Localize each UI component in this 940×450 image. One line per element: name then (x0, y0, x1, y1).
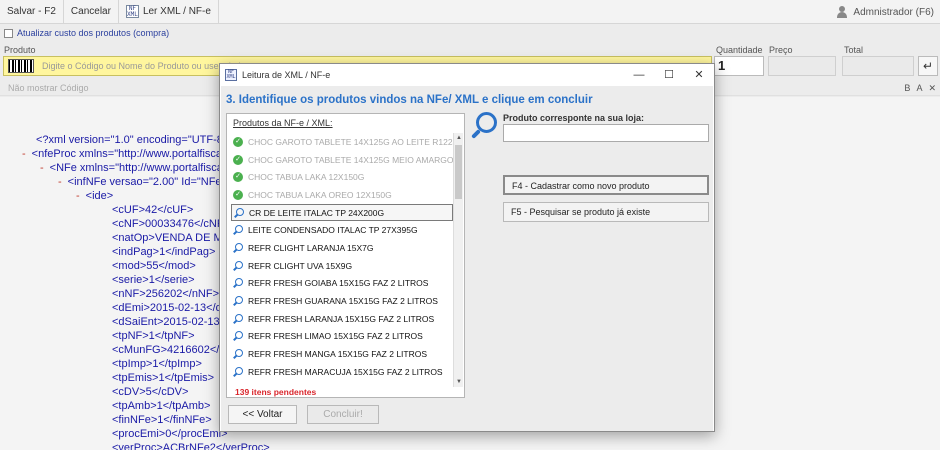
total-field (842, 56, 914, 76)
xml-file-icon: NF XML (225, 69, 237, 81)
step-heading: 3. Identifique os produtos vindos na NFe… (226, 94, 593, 106)
product-label: Produto (4, 45, 36, 55)
search-icon (233, 331, 243, 341)
corresponding-product-input[interactable] (503, 124, 709, 142)
price-input[interactable] (768, 56, 836, 76)
back-button[interactable]: << Voltar (228, 405, 297, 424)
maximize-button[interactable]: ☐ (654, 64, 684, 86)
search-icon (233, 366, 243, 377)
total-label: Total (844, 45, 864, 55)
user-icon (836, 6, 848, 18)
list-item[interactable]: REFR CLIGHT UVA 15X9G (231, 257, 453, 275)
enter-button[interactable]: ↵ (918, 56, 938, 76)
user-label: Admnistrador (F6) (853, 6, 934, 18)
list-item[interactable]: ✓ CHOC GAROTO TABLETE 14X125G AO LEITE R1… (231, 133, 453, 151)
list-header: Produtos da NF-e / XML: (233, 118, 333, 128)
pending-count: 139 itens pendentes (235, 387, 317, 397)
user-menu[interactable]: Admnistrador (F6) (836, 0, 934, 24)
check-icon: ✓ (233, 189, 243, 200)
xml-line: <finNFe>1</finNFe> (112, 414, 212, 426)
xml-import-dialog: NF XML Leitura de XML / NF-e — ☐ ✕ 3. Ide… (219, 63, 715, 432)
dialog-titlebar[interactable]: NF XML Leitura de XML / NF-e — ☐ ✕ (220, 64, 714, 86)
dialog-body: 3. Identifique os produtos vindos na NFe… (221, 86, 713, 431)
xml-line: <nNF>256202</nNF> (112, 288, 220, 300)
search-icon (233, 278, 243, 288)
product-list: ✓ CHOC GAROTO TABLETE 14X125G AO LEITE R1… (231, 133, 453, 381)
quantity-input[interactable]: 1 (714, 56, 764, 76)
close-icon[interactable]: ✕ (928, 83, 936, 94)
xml-line: <tpNF>1</tpNF> (112, 330, 195, 342)
search-icon (233, 313, 243, 324)
xml-line: <cUF>42</cUF> (112, 204, 194, 216)
list-item[interactable]: ✓ CHOC TABUA LAKA 12X150G (231, 168, 453, 186)
finish-button[interactable]: Concluir! (307, 405, 379, 424)
xml-file-icon: NF XML (125, 5, 139, 18)
xml-line: - <infNFe versao="2.00" Id="NFe"> (58, 176, 232, 188)
price-label: Preço (769, 45, 793, 55)
list-item-selected[interactable]: CR DE LEITE ITALAC TP 24X200G (231, 203, 453, 222)
search-icon (233, 225, 243, 235)
bold-icon[interactable]: B (904, 83, 910, 94)
xml-line: <tpEmis>1</tpEmis> (112, 372, 215, 384)
xml-line: <?xml version="1.0" encoding="UTF-8"?> (36, 134, 240, 146)
update-cost-label: Atualizar custo dos produtos (compra) (17, 28, 170, 38)
search-icon (233, 242, 243, 253)
list-item[interactable]: REFR FRESH GUARANA 15X15G FAZ 2 LITROS (231, 292, 453, 310)
minimize-button[interactable]: — (624, 64, 654, 86)
xml-line: <procEmi>0</procEmi> (112, 428, 228, 440)
cancel-button[interactable]: Cancelar (64, 0, 119, 24)
update-cost-option[interactable]: Atualizar custo dos produtos (compra) (4, 28, 169, 38)
list-item[interactable]: ✓ CHOC GAROTO TABLETE 14X125G MEIO AMARGO (231, 151, 453, 169)
scroll-down-icon[interactable]: ▼ (454, 377, 464, 387)
register-new-product-button[interactable]: F4 - Cadastrar como novo produto (503, 175, 709, 195)
xml-line: - <ide> (76, 190, 114, 202)
filter-placeholder[interactable]: Não mostrar Código (8, 83, 89, 93)
xml-line: <tpImp>1</tpImp> (112, 358, 202, 370)
check-icon: ✓ (233, 172, 243, 183)
xml-line: <serie>1</serie> (112, 274, 195, 286)
search-icon (471, 112, 497, 138)
scroll-thumb[interactable] (455, 145, 462, 199)
list-item[interactable]: LEITE CONDENSADO ITALAC TP 27X395G (231, 221, 453, 239)
list-scrollbar[interactable]: ▲ ▼ (453, 133, 463, 387)
search-icon (233, 349, 243, 359)
corresponding-product-label: Produto corresponte na sua loja: (503, 113, 645, 123)
update-cost-checkbox[interactable] (4, 28, 13, 38)
product-list-panel: Produtos da NF-e / XML: ✓ CHOC GAROTO TAB… (226, 113, 465, 398)
list-item[interactable]: REFR FRESH LIMAO 15X15G FAZ 2 LITROS (231, 328, 453, 346)
xml-line: <verProc>ACBrNFe2</verProc> (112, 442, 270, 450)
search-icon (233, 296, 243, 306)
list-item[interactable]: REFR FRESH MARACUJA 15X15G FAZ 2 LITROS (231, 363, 453, 381)
xml-line: <mod>55</mod> (112, 260, 196, 272)
barcode-icon (8, 59, 34, 73)
xml-line: <cDV>5</cDV> (112, 386, 189, 398)
dialog-title: Leitura de XML / NF-e (242, 70, 331, 80)
read-xml-button[interactable]: NF XML Ler XML / NF-e (119, 0, 219, 24)
quantity-label: Quantidade (716, 45, 763, 55)
list-item[interactable]: ✓ CHOC TABUA LAKA OREO 12X150G (231, 186, 453, 204)
list-item[interactable]: REFR FRESH MANGA 15X15G FAZ 2 LITROS (231, 345, 453, 363)
list-item[interactable]: REFR CLIGHT LARANJA 15X7G (231, 239, 453, 257)
search-icon (233, 260, 243, 271)
filter-icons: B A ✕ (904, 83, 936, 94)
save-button[interactable]: Salvar - F2 (0, 0, 64, 24)
xml-line: <cNF>00033476</cNF> (112, 218, 231, 230)
search-icon (234, 207, 244, 218)
search-existing-product-button[interactable]: F5 - Pesquisar se produto já existe (503, 202, 709, 222)
close-button[interactable]: ✕ (684, 64, 714, 86)
check-icon: ✓ (233, 154, 243, 165)
toolbar: Salvar - F2 Cancelar NF XML Ler XML / NF-… (0, 0, 940, 24)
font-icon[interactable]: A (916, 83, 922, 94)
check-icon: ✓ (233, 136, 243, 147)
list-item[interactable]: REFR FRESH GOIABA 15X15G FAZ 2 LITROS (231, 275, 453, 293)
read-xml-label: Ler XML / NF-e (142, 5, 211, 17)
xml-line: <indPag>1</indPag> (112, 246, 216, 258)
list-item[interactable]: REFR FRESH LARANJA 15X15G FAZ 2 LITROS (231, 310, 453, 328)
window-controls: — ☐ ✕ (624, 64, 714, 86)
xml-line: <tpAmb>1</tpAmb> (112, 400, 211, 412)
scroll-up-icon[interactable]: ▲ (454, 133, 464, 143)
